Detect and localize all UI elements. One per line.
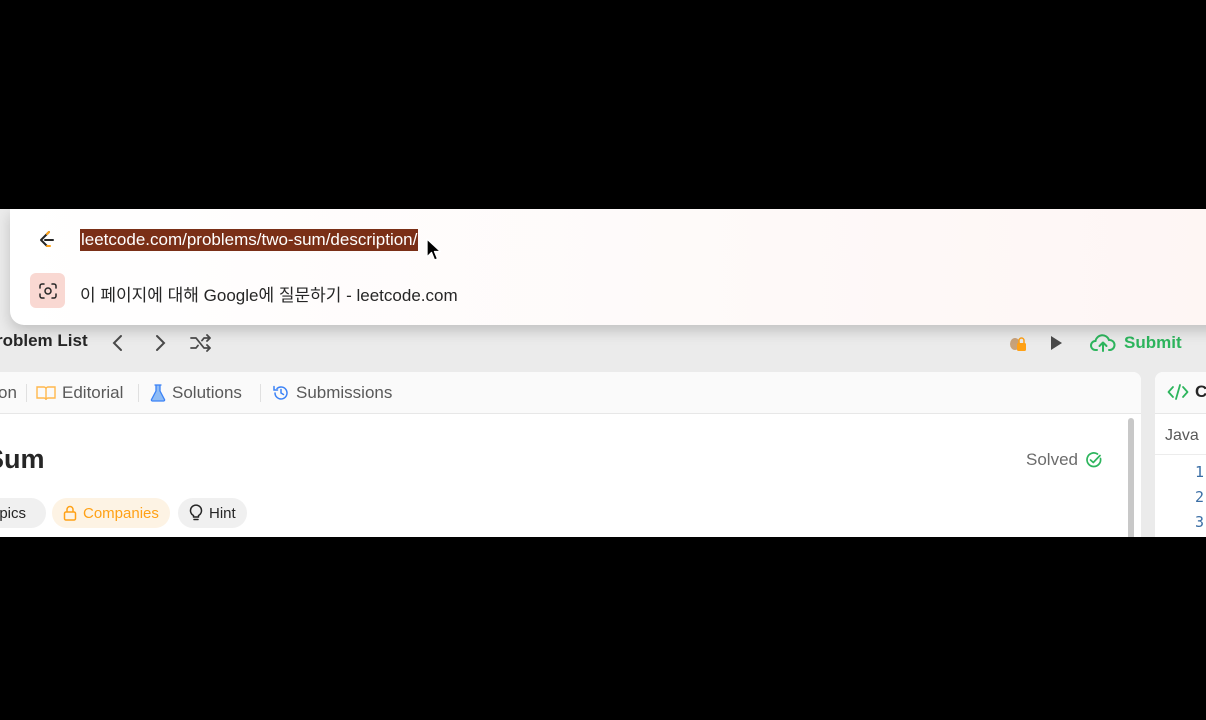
- chevron-right-icon: [156, 335, 166, 351]
- problem-title: Sum: [0, 444, 45, 474]
- tab-editorial-label: Editorial: [62, 383, 124, 402]
- tab-submissions[interactable]: Submissions: [272, 382, 392, 404]
- tab-divider: [260, 384, 261, 402]
- book-icon: [36, 386, 56, 401]
- code-tabbar: Co: [1155, 372, 1206, 414]
- topics-label: opics: [0, 504, 27, 522]
- line-number: 3: [1195, 513, 1205, 531]
- mouse-pointer-icon: [426, 238, 442, 261]
- submit-button[interactable]: Submit: [1090, 329, 1182, 357]
- tab-solutions-label: Solutions: [172, 383, 242, 402]
- companies-label: Companies: [83, 504, 159, 522]
- tab-code-label: Co: [1195, 382, 1206, 401]
- shuffle-icon: [190, 334, 211, 352]
- tab-solutions[interactable]: Solutions: [150, 382, 242, 404]
- tab-submissions-label: Submissions: [296, 383, 393, 402]
- play-icon: [1051, 336, 1062, 350]
- code-panel: Co Java 1 2 3: [1155, 372, 1206, 537]
- prev-problem-button[interactable]: [105, 330, 131, 356]
- hint-chip[interactable]: Hint: [178, 498, 247, 528]
- description-scrollbar[interactable]: [1128, 418, 1134, 537]
- hint-label: Hint: [209, 504, 236, 522]
- history-icon: [273, 385, 288, 400]
- tab-editorial[interactable]: Editorial: [36, 382, 123, 404]
- solved-label: Solved: [1026, 450, 1078, 469]
- description-tabbar: on Editorial Solutions Submissions: [0, 372, 1141, 414]
- next-problem-button[interactable]: [147, 330, 173, 356]
- omnibox-dropdown: leetcode.com/problems/two-sum/descriptio…: [10, 209, 1206, 325]
- debug-button[interactable]: [1003, 330, 1029, 356]
- tab-description[interactable]: on: [0, 382, 17, 404]
- flask-icon: [150, 384, 166, 402]
- suggestion-text: 이 페이지에 대해 Google에 질문하기 - leetcode.com: [80, 286, 458, 305]
- language-selector[interactable]: Java: [1165, 427, 1199, 445]
- solved-status: Solved: [1026, 450, 1103, 470]
- omnibox-suggestion[interactable]: 이 페이지에 대해 Google에 질문하기 - leetcode.com: [10, 271, 1206, 311]
- bug-lock-icon: [1010, 337, 1026, 351]
- cloud-upload-icon: [1090, 334, 1116, 352]
- topics-chip[interactable]: opics: [0, 498, 46, 528]
- url-input[interactable]: leetcode.com/problems/two-sum/descriptio…: [80, 229, 419, 251]
- random-problem-button[interactable]: [188, 330, 214, 356]
- tab-description-label: on: [0, 383, 17, 402]
- description-panel: on Editorial Solutions Submissions Sum S…: [0, 372, 1141, 537]
- code-icon: [1167, 384, 1189, 400]
- line-number: 1: [1195, 463, 1205, 481]
- tab-divider: [26, 384, 27, 402]
- run-button[interactable]: [1043, 330, 1069, 356]
- leetcode-navbar: roblem List Submit: [0, 323, 1206, 363]
- companies-chip[interactable]: Companies: [52, 498, 170, 528]
- problem-list-link[interactable]: roblem List: [0, 331, 88, 351]
- omnibox-input-row[interactable]: leetcode.com/problems/two-sum/descriptio…: [10, 223, 1206, 255]
- tab-divider: [138, 384, 139, 402]
- submit-label: Submit: [1124, 333, 1182, 352]
- tab-code[interactable]: Co: [1167, 382, 1206, 402]
- browser-viewport: roblem List Submit on Editorial Solution…: [0, 209, 1206, 537]
- lock-icon: [63, 505, 77, 521]
- chevron-left-icon: [112, 335, 122, 351]
- google-lens-icon: [30, 273, 65, 308]
- line-number: 2: [1195, 488, 1205, 506]
- line-numbers: 1 2 3: [1155, 454, 1206, 531]
- check-circle-icon: [1086, 452, 1102, 468]
- lightbulb-icon: [189, 504, 203, 521]
- leetcode-logo-icon: [36, 229, 58, 251]
